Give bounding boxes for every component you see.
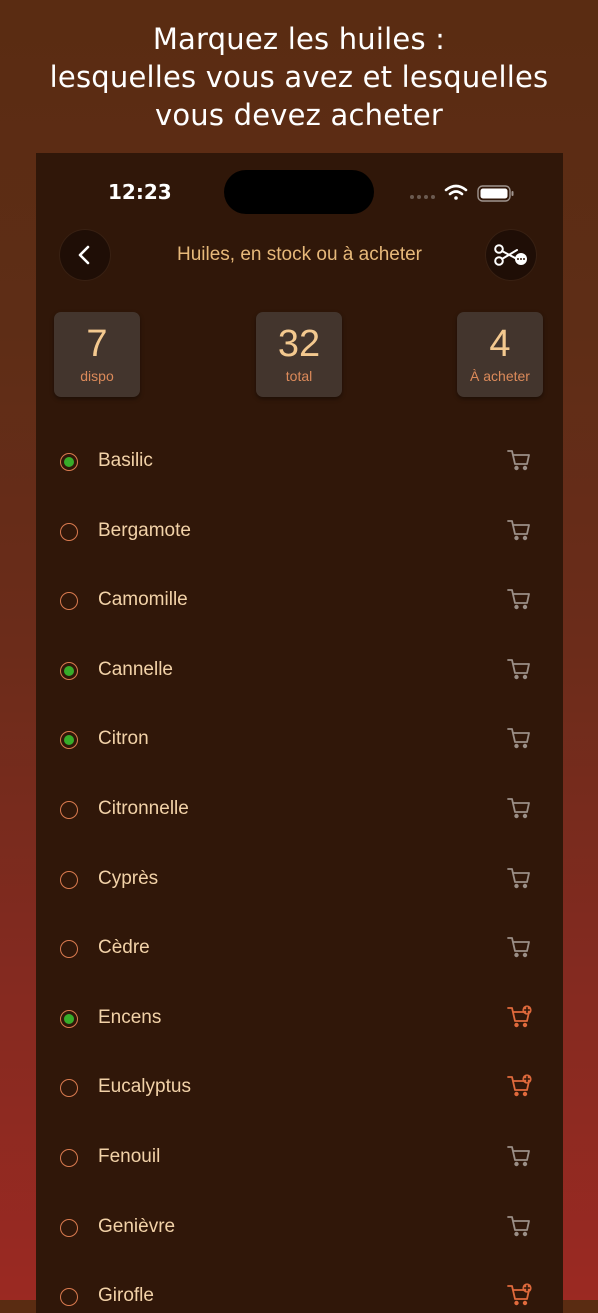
radio-dot [64,735,74,746]
cart-add-icon[interactable] [506,1144,532,1168]
stat-total-label: total [285,368,313,384]
radio-checked[interactable] [60,661,78,680]
stat-to-buy-value: 4 [489,323,511,365]
cart-added-icon[interactable] [506,1074,532,1098]
cart-add-icon[interactable] [506,935,532,959]
radio-unchecked[interactable] [60,522,78,541]
oil-name: Eucalyptus [98,1076,191,1098]
battery-icon [477,185,514,202]
radio-unchecked[interactable] [60,870,78,889]
radio-checked[interactable] [60,453,78,471]
scissors-more-icon [494,244,527,266]
headline-line-2: lesquelles vous avez et lesquelles [49,60,549,94]
oil-row[interactable]: Cyprès [36,860,563,900]
cart-added-icon[interactable] [506,1283,532,1307]
oil-name: Basilic [98,450,153,471]
oil-name: Bergamote [98,519,191,541]
oil-name: Girofle [98,1285,154,1307]
phone-screen: 12:23 Huiles, en stock ou à acheter 7 di… [36,153,563,1313]
oil-row[interactable]: Citronnelle [36,790,563,830]
stat-available-value: 7 [86,323,108,365]
oil-row[interactable]: Cannelle [36,651,563,691]
oil-name: Genièvre [98,1215,176,1237]
oil-name: Citronnelle [98,798,189,819]
cellular-signal-icon [410,195,435,199]
headline-line-1: Marquez les huiles : [152,22,446,56]
radio-checked[interactable] [60,1009,78,1028]
clear-list-button[interactable] [486,230,536,280]
wifi-icon [444,184,468,200]
oil-row[interactable]: Bergamote [36,512,563,552]
headline-line-3: vous devez acheter [155,98,443,132]
cart-added-icon[interactable] [506,1005,532,1029]
cart-add-icon[interactable] [506,796,532,820]
stat-available-label: dispo [80,368,114,384]
oil-row[interactable]: Cèdre [36,929,563,969]
oil-name: Encens [98,1006,162,1028]
cart-add-icon[interactable] [506,1214,532,1238]
oil-name: Cannelle [98,658,173,680]
stat-total-value: 32 [277,323,321,365]
radio-dot [64,1013,74,1024]
oil-row[interactable]: Genièvre [36,1208,563,1248]
status-icons [410,184,514,202]
radio-checked[interactable] [60,731,78,750]
radio-unchecked[interactable] [60,1149,78,1167]
stat-total: 32 total [256,312,342,397]
oil-name: Cèdre [98,937,150,959]
oil-row[interactable]: Basilic [36,442,563,482]
oil-name: Fenouil [98,1146,161,1167]
radio-dot [64,457,74,467]
stat-to-buy-label: À acheter [470,368,530,384]
cart-add-icon[interactable] [506,866,532,890]
stat-available: 7 dispo [54,312,140,397]
stat-to-buy: 4 À acheter [457,312,543,397]
cart-add-icon[interactable] [506,587,532,611]
oil-name: Citron [98,728,149,750]
oil-row[interactable]: Girofle [36,1277,563,1313]
radio-unchecked[interactable] [60,1079,78,1098]
oil-row[interactable]: Encens [36,999,563,1039]
oil-name: Cyprès [98,867,159,889]
oil-row[interactable]: Citron [36,720,563,760]
status-time: 12:23 [108,180,172,204]
radio-unchecked[interactable] [60,801,78,819]
dynamic-island [224,170,374,214]
page-title: Huiles, en stock ou à acheter [176,244,423,265]
radio-unchecked[interactable] [60,1218,78,1237]
cart-add-icon[interactable] [506,657,532,681]
radio-unchecked[interactable] [60,592,78,611]
oil-name: Camomille [98,589,188,611]
cart-add-icon[interactable] [506,448,532,472]
radio-dot [64,665,74,676]
oil-row[interactable]: Fenouil [36,1138,563,1178]
headline: Marquez les huiles : lesquelles vous ave… [0,20,598,134]
oil-row[interactable]: Camomille [36,581,563,621]
radio-unchecked[interactable] [60,1288,78,1307]
cart-add-icon[interactable] [506,726,532,750]
oil-row[interactable]: Eucalyptus [36,1068,563,1108]
radio-unchecked[interactable] [60,940,78,959]
cart-add-icon[interactable] [506,518,532,542]
